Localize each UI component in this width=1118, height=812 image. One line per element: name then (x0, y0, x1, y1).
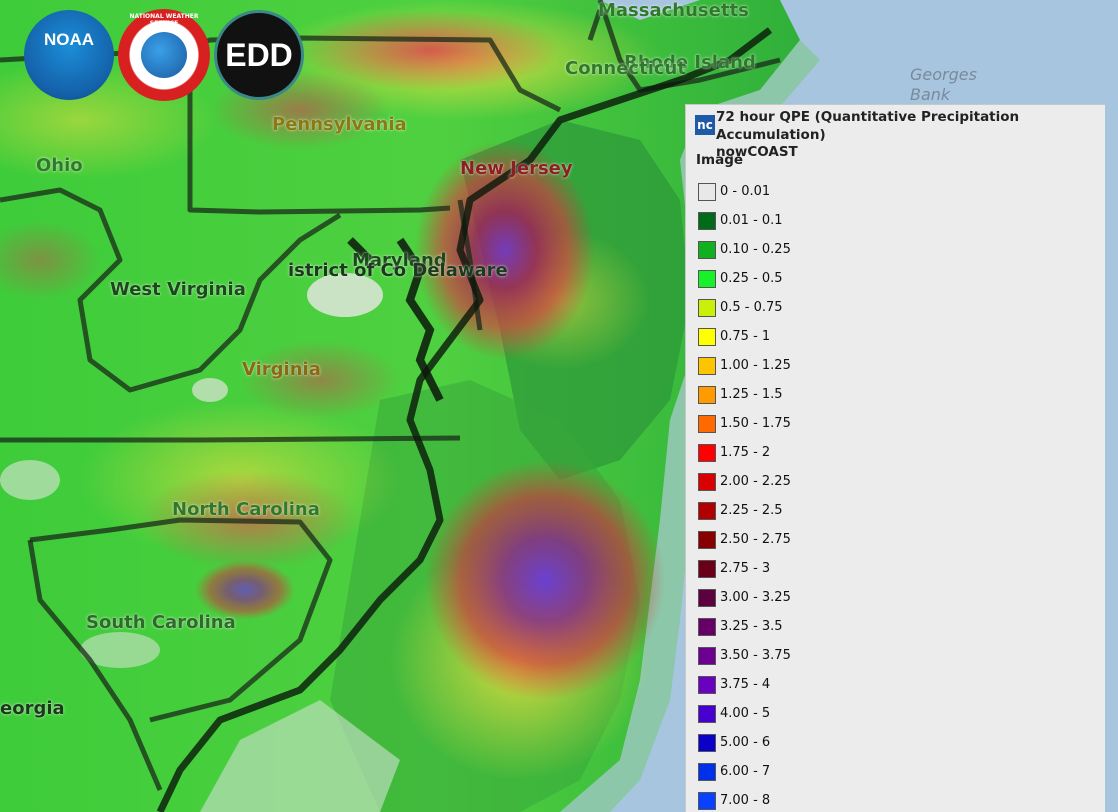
georgia-label: eorgia (0, 698, 65, 719)
legend-item: 0.25 - 0.5 (698, 264, 791, 293)
legend-item-label: 0.5 - 0.75 (720, 300, 783, 315)
legend-item-label: 4.00 - 5 (720, 706, 771, 721)
legend-item: 1.75 - 2 (698, 438, 791, 467)
legend-item: 1.50 - 1.75 (698, 409, 791, 438)
legend-item-label: 7.00 - 8 (720, 793, 771, 808)
legend-item: 2.75 - 3 (698, 554, 791, 583)
legend-item: 0.5 - 0.75 (698, 293, 791, 322)
legend-swatch (698, 240, 716, 259)
legend-item: 0 - 0.01 (698, 177, 791, 206)
legend-item-label: 3.25 - 3.5 (720, 619, 783, 634)
legend-item-label: 0.75 - 1 (720, 329, 771, 344)
new-jersey-label: New Jersey (460, 158, 573, 179)
legend-item-label: 2.25 - 2.5 (720, 503, 783, 518)
legend-item-label: 0 - 0.01 (720, 184, 771, 199)
legend-swatch (698, 385, 716, 404)
massachusetts-label: Massachusetts (598, 0, 749, 21)
west-virginia-label: West Virginia (110, 279, 246, 300)
legend-item: 2.00 - 2.25 (698, 467, 791, 496)
legend-swatch (698, 559, 716, 578)
legend-item-label: 1.50 - 1.75 (720, 416, 791, 431)
nws-globe-icon (141, 32, 187, 78)
legend-swatch (698, 182, 716, 201)
legend-swatch (698, 530, 716, 549)
legend-swatch (698, 617, 716, 636)
national-weather-service-logo: NATIONAL WEATHER SERVICE (118, 9, 210, 101)
edd-logo-text: EDD (225, 36, 293, 73)
legend-swatch (698, 501, 716, 520)
legend-swatch (698, 704, 716, 723)
legend-item-label: 1.75 - 2 (720, 445, 771, 460)
legend-header: nc 72 hour QPE (Quantitative Precipitati… (686, 105, 1105, 160)
legend-item: 1.00 - 1.25 (698, 351, 791, 380)
pennsylvania-label: Pennsylvania (272, 114, 407, 135)
north-carolina-label: North Carolina (172, 499, 320, 520)
legend-item: 3.75 - 4 (698, 670, 791, 699)
south-carolina-label: South Carolina (86, 612, 236, 633)
ohio-label: Ohio (36, 155, 83, 176)
legend-source: nowCOAST (716, 144, 798, 160)
legend-swatch (698, 762, 716, 781)
legend-item-label: 6.00 - 7 (720, 764, 771, 779)
district-of-columbia-delaware-label: istrict of Co Delaware (288, 260, 508, 281)
legend-item-label: 0.10 - 0.25 (720, 242, 791, 257)
legend-item: 0.10 - 0.25 (698, 235, 791, 264)
legend-panel: nc 72 hour QPE (Quantitative Precipitati… (685, 104, 1105, 812)
legend-swatch (698, 588, 716, 607)
legend-swatch (698, 791, 716, 810)
legend-item: 3.50 - 3.75 (698, 641, 791, 670)
legend-item-label: 0.01 - 0.1 (720, 213, 783, 228)
legend-item: 5.00 - 6 (698, 728, 791, 757)
legend-item-label: 1.00 - 1.25 (720, 358, 791, 373)
legend-item: 0.75 - 1 (698, 322, 791, 351)
legend-swatch (698, 298, 716, 317)
legend-item-label: 5.00 - 6 (720, 735, 771, 750)
legend-item: 3.25 - 3.5 (698, 612, 791, 641)
legend-item-label: 2.00 - 2.25 (720, 474, 791, 489)
legend-item: 2.25 - 2.5 (698, 496, 791, 525)
legend-list: 0 - 0.01 0.01 - 0.1 0.10 - 0.25 0.25 - 0.5 0… (698, 177, 791, 812)
legend-item-label: 3.75 - 4 (720, 677, 771, 692)
legend-swatch (698, 356, 716, 375)
legend-item-label: 2.75 - 3 (720, 561, 771, 576)
virginia-label: Virginia (242, 359, 321, 380)
legend-item-label: 2.50 - 2.75 (720, 532, 791, 547)
legend-swatch (698, 472, 716, 491)
legend-swatch (698, 269, 716, 288)
legend-item: 4.00 - 5 (698, 699, 791, 728)
noaa-logo: NOAA (24, 10, 114, 100)
nws-logo-text: NATIONAL WEATHER SERVICE (129, 13, 199, 27)
legend-swatch (698, 327, 716, 346)
legend-item: 1.25 - 1.5 (698, 380, 791, 409)
legend-swatch (698, 211, 716, 230)
legend-item-label: 3.00 - 3.25 (720, 590, 791, 605)
nowcoast-badge-icon: nc (695, 115, 715, 135)
legend-item: 7.00 - 8 (698, 786, 791, 812)
legend-swatch (698, 443, 716, 462)
edd-logo: EDD (214, 10, 304, 100)
legend-swatch (698, 675, 716, 694)
connecticut-label: Connecticut (565, 58, 686, 79)
legend-item: 6.00 - 7 (698, 757, 791, 786)
legend-swatch (698, 646, 716, 665)
legend-item-label: 0.25 - 0.5 (720, 271, 783, 286)
legend-item: 2.50 - 2.75 (698, 525, 791, 554)
legend-title: 72 hour QPE (Quantitative Precipitation … (716, 109, 1020, 143)
georges-bank-label: Georges Bank (910, 65, 977, 104)
legend-swatch (698, 414, 716, 433)
legend-item: 0.01 - 0.1 (698, 206, 791, 235)
legend-item-label: 1.25 - 1.5 (720, 387, 783, 402)
noaa-logo-text: NOAA (43, 30, 95, 49)
legend-item: 3.00 - 3.25 (698, 583, 791, 612)
legend-swatch (698, 733, 716, 752)
legend-item-label: 3.50 - 3.75 (720, 648, 791, 663)
